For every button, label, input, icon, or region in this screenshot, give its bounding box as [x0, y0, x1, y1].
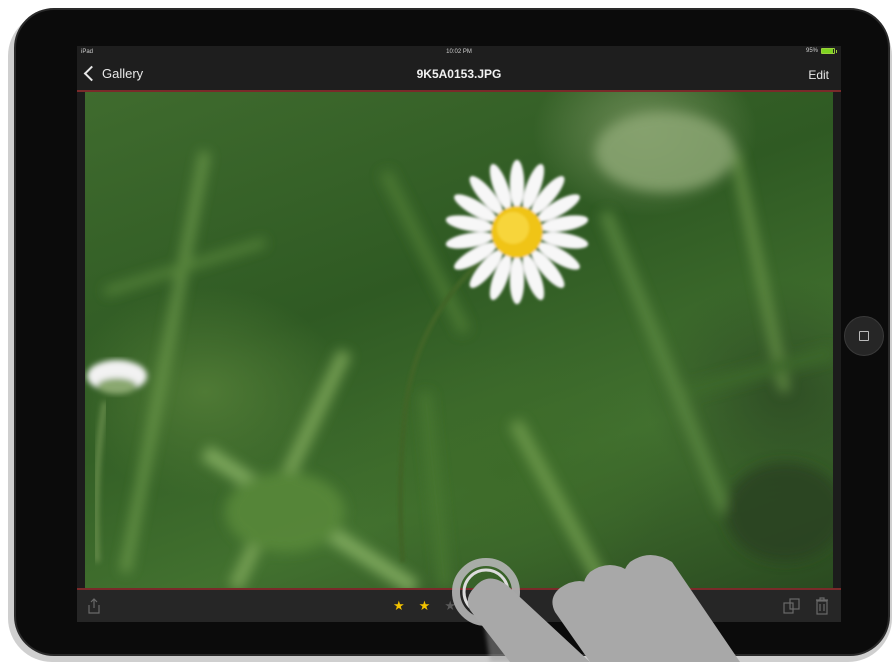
photo-viewer[interactable] [85, 92, 833, 588]
navigation-bar: Gallery 9K5A0153.JPG Edit [77, 59, 841, 92]
screen: iPad 10:02 PM 95% Gallery 9K5A0153.JPG E… [77, 46, 841, 622]
rating-star-1[interactable]: ★ [393, 599, 405, 612]
photo-filename-title: 9K5A0153.JPG [416, 67, 502, 81]
battery-indicator: 95% [806, 48, 837, 54]
trash-icon[interactable] [815, 597, 829, 615]
share-icon[interactable] [87, 598, 101, 614]
rating-star-2[interactable]: ★ [419, 599, 431, 612]
battery-fill [822, 49, 834, 53]
home-button[interactable] [844, 316, 884, 356]
copy-icon[interactable] [783, 598, 801, 614]
battery-tip [836, 49, 837, 53]
battery-icon [821, 48, 835, 54]
status-bar: iPad 10:02 PM 95% [77, 46, 841, 59]
daisy-photo [87, 112, 833, 588]
battery-percent: 95% [805, 48, 818, 54]
edit-button[interactable]: Edit [808, 68, 829, 82]
pointing-hand-gesture-icon [452, 555, 740, 662]
home-square-icon [859, 331, 869, 341]
status-time: 10:02 PM [446, 49, 472, 55]
